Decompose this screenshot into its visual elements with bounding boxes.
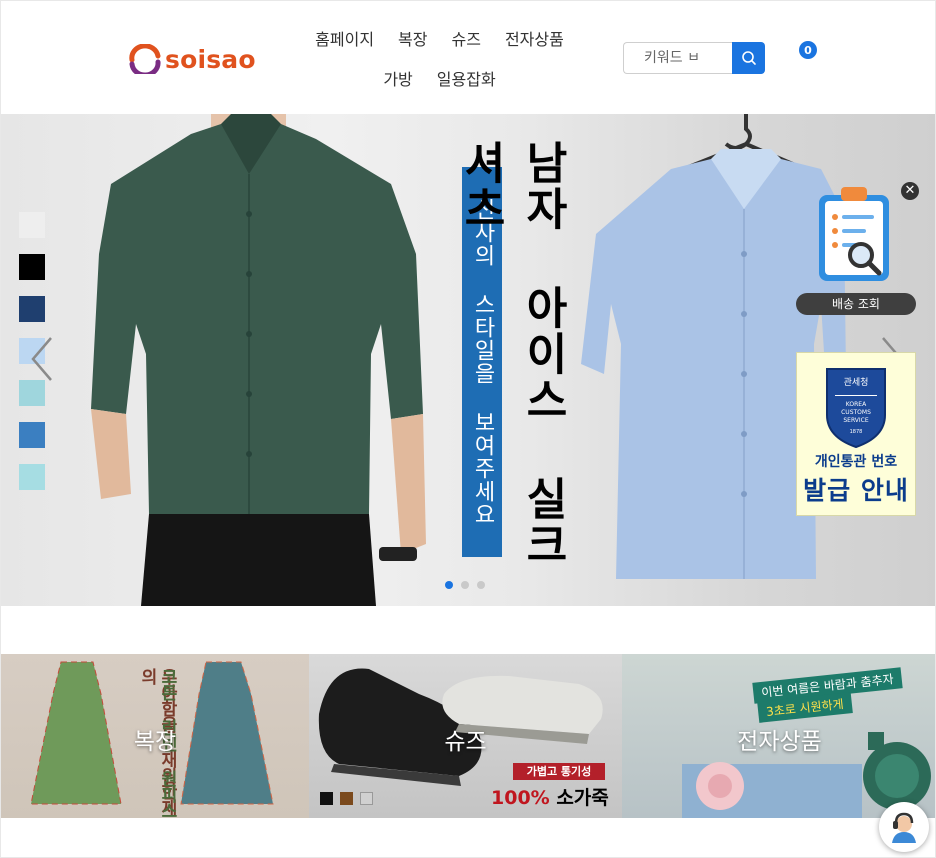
nav-item-daily-goods[interactable]: 일용잡화 <box>437 66 496 90</box>
customs-line-1: 개인통관 번호 <box>814 454 898 470</box>
main-nav: 홈페이지 복장 슈즈 전자상품 가방 일용잡화 <box>297 23 582 93</box>
search-button[interactable] <box>732 42 765 74</box>
swatch-pale-aqua <box>19 464 45 490</box>
site-logo[interactable]: soisao <box>128 42 256 76</box>
customs-guide-widget[interactable]: 관세청 KOREA CUSTOMS SERVICE 1878 개인통관 번호 발… <box>796 352 916 516</box>
swatch-blue <box>19 422 45 448</box>
nav-item-bags[interactable]: 가방 <box>383 66 412 90</box>
cart-button[interactable]: 0 <box>799 41 819 61</box>
delivery-tracking-widget: ✕ 배송 조회 <box>796 181 919 316</box>
nav-row-2: 가방 일용잡화 <box>297 63 582 93</box>
nav-row-1: 홈페이지 복장 슈즈 전자상품 <box>297 23 582 53</box>
category-label-electronics: 전자상품 <box>737 729 822 755</box>
shoes-headline: 100% 소가죽 <box>491 783 609 810</box>
category-label-shoes: 슈즈 <box>444 729 487 755</box>
nav-item-home[interactable]: 홈페이지 <box>315 26 374 50</box>
swatch-navy <box>19 296 45 322</box>
customs-seal-line-4: 1878 <box>850 429 863 435</box>
nav-item-shoes[interactable]: 슈즈 <box>452 26 481 50</box>
site-header: soisao 홈페이지 복장 슈즈 전자상품 가방 일용잡화 키워드 ㅂ 0 <box>1 1 935 114</box>
shoe-swatch-brown <box>340 792 353 805</box>
customs-shield-icon: 관세청 KOREA CUSTOMS SERVICE 1878 <box>826 368 886 449</box>
banner-dot-2[interactable] <box>461 581 469 589</box>
customer-support-button[interactable] <box>879 802 929 852</box>
cart-count-badge: 0 <box>799 41 817 59</box>
customs-seal-line-3: SERVICE <box>843 417 869 424</box>
swatch-black <box>19 254 45 280</box>
customs-seal-line-2: CUSTOMS <box>841 409 871 416</box>
logo-mark-icon <box>129 44 161 74</box>
model-shirt-image <box>91 114 426 606</box>
search-box <box>623 42 765 74</box>
banner-dot-3[interactable] <box>477 581 485 589</box>
nav-item-electronics[interactable]: 전자상품 <box>505 26 564 50</box>
category-label-clothing: 복장 <box>133 729 177 755</box>
clipboard-search-icon[interactable] <box>815 183 895 287</box>
shoes-headline-black: 소가죽 <box>549 787 609 809</box>
logo-text: soisao <box>165 44 256 74</box>
shoes-tag: 가볍고 통기성 <box>513 763 605 780</box>
shoes-headline-red: 100% <box>491 787 550 809</box>
category-tile-clothing[interactable]: 우아함을 재원한제의 코튼 린넨 원피스 복장 <box>1 654 309 818</box>
page: soisao 홈페이지 복장 슈즈 전자상품 가방 일용잡화 키워드 ㅂ 0 신… <box>0 0 936 858</box>
swatch-white <box>19 212 45 238</box>
search-icon <box>741 51 756 65</box>
banner-pagination <box>445 581 485 589</box>
chevron-left-icon <box>31 337 52 381</box>
shoe-swatch-grey <box>360 792 373 805</box>
delivery-tracking-button[interactable]: 배송 조회 <box>796 293 916 315</box>
banner-dot-1[interactable] <box>445 581 453 589</box>
banner-title: 남자 아이스 실크 셔츠 <box>455 140 568 568</box>
search-input[interactable] <box>623 42 732 74</box>
customs-seal-top: 관세청 <box>844 377 869 388</box>
shoe-swatch-black <box>320 792 333 805</box>
delivery-close-button[interactable]: ✕ <box>901 182 919 200</box>
nav-item-clothing[interactable]: 복장 <box>398 26 427 50</box>
customs-seal-line-1: KOREA <box>846 401 867 408</box>
customs-line-2: 발급 안내 <box>803 476 909 505</box>
support-agent-icon <box>892 812 916 843</box>
banner-prev-button[interactable] <box>27 334 57 384</box>
